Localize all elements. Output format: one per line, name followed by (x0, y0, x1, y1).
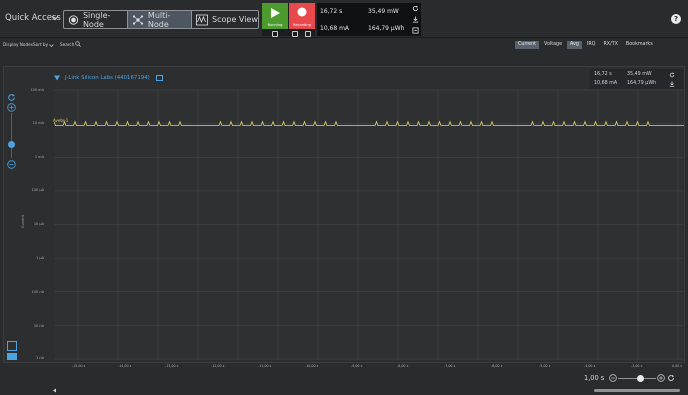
play-icon (271, 8, 280, 18)
multi-node-icon (132, 14, 144, 25)
plot-tabs: Current Voltage Avg IRQ RX/TX Bookmarks (515, 41, 656, 49)
run-record-block: Running Recording (262, 3, 315, 37)
y-tick: 100 nA (31, 290, 44, 294)
tab-current[interactable]: Current (515, 41, 540, 49)
summary-power: 35,49 mW (627, 72, 652, 77)
node-title: J-Link Silicon Labs (440167194) (65, 75, 150, 81)
plot-grid (54, 89, 684, 360)
x-tick: -4,00 s (584, 364, 596, 368)
x-tick: -3,00 s (631, 364, 643, 368)
record-options-icon[interactable] (305, 31, 311, 37)
record-settings-icon[interactable] (292, 31, 298, 37)
y-zoom-handle[interactable] (8, 141, 15, 148)
x-tick: -14,00 s (118, 364, 132, 368)
x-reset-icon[interactable] (667, 374, 675, 382)
x-tick: -12,00 s (211, 364, 225, 368)
scroll-left-icon[interactable] (52, 388, 57, 393)
bookmark-icon[interactable] (7, 341, 17, 351)
measurement-current: 10,68 mA (320, 25, 350, 32)
y-tick: 10 µA (33, 222, 44, 226)
view-mode-group: Single-Node Multi-Node Scope View (63, 10, 259, 29)
export-icon[interactable] (412, 27, 419, 34)
multi-node-label: Multi-Node (147, 10, 171, 29)
x-zoom-value: 1,00 s (584, 374, 605, 382)
summary-time: 16,72 s (594, 72, 612, 77)
record-icon (297, 7, 307, 17)
tab-bookmarks[interactable]: Bookmarks (623, 41, 656, 49)
y-tick: 10 mA (32, 121, 44, 125)
download-icon[interactable] (412, 16, 419, 23)
y-tick: 1 mA (34, 155, 44, 159)
display-nodes-label[interactable]: Display Nodes (3, 42, 33, 47)
tab-avg[interactable]: Avg (567, 41, 582, 49)
x-tick: -9,00 s (351, 364, 363, 368)
y-tick: 100 mA (30, 88, 44, 92)
y-tick: 1 nA (36, 356, 44, 360)
summary-download-icon[interactable] (669, 81, 675, 87)
sort-by-label[interactable]: Sort by (33, 42, 48, 47)
chevron-down-icon[interactable] (51, 14, 59, 22)
summary-energy: 164,79 µWh (627, 81, 657, 86)
node-summary: 16,72 s 35,49 mW 10,68 mA 164,79 µWh (590, 69, 683, 89)
help-icon[interactable]: ? (671, 14, 681, 24)
search-label[interactable]: Search (60, 42, 74, 47)
tab-rxtx[interactable]: RX/TX (600, 41, 620, 49)
y-zoom-track[interactable] (11, 113, 12, 158)
y-reset-icon[interactable] (7, 93, 16, 102)
x-tick: -6,00 s (491, 364, 503, 368)
x-tick: 0,00 s (672, 364, 683, 368)
summary-reset-icon[interactable] (669, 72, 675, 78)
record-label: Recording (293, 23, 311, 27)
y-tick: 1 µA (36, 256, 44, 260)
x-zoom-in-icon[interactable] (657, 374, 665, 382)
single-node-label: Single-Node (82, 10, 111, 29)
measurement-time: 16,72 s (320, 8, 343, 15)
measurement-block: 16,72 s 35,49 mW 10,68 mA 164,79 µWh (317, 3, 421, 36)
trace-label: Avebr-1 (53, 118, 69, 123)
x-tick: -7,00 s (444, 364, 456, 368)
multi-node-button[interactable]: Multi-Node (128, 10, 192, 29)
reset-icon[interactable] (412, 5, 419, 12)
measurement-energy: 164,79 µWh (368, 25, 405, 32)
x-tick: -10,00 s (305, 364, 319, 368)
current-plot[interactable] (54, 89, 684, 360)
tab-voltage[interactable]: Voltage (541, 41, 565, 49)
single-node-icon (68, 14, 79, 25)
x-axis: -15,00 s -14,00 s -13,00 s -12,00 s -11,… (54, 364, 684, 374)
sort-chevron-icon[interactable] (49, 43, 54, 48)
tab-irq[interactable]: IRQ (584, 41, 599, 49)
x-tick: -13,00 s (165, 364, 179, 368)
x-zoom-out-icon[interactable] (609, 374, 617, 382)
x-tick: -5,00 s (539, 364, 551, 368)
x-zoom-handle[interactable] (637, 375, 644, 382)
scope-view-button[interactable]: Scope View (192, 11, 258, 28)
collapse-triangle-icon[interactable] (54, 75, 60, 81)
run-settings-icon[interactable] (272, 31, 278, 37)
node-minimize-icon[interactable] (156, 75, 163, 81)
y-tick: 10 nA (33, 324, 44, 328)
y-zoom-in-icon[interactable] (7, 103, 16, 112)
measurement-power: 35,49 mW (368, 8, 399, 15)
single-node-button[interactable]: Single-Node (64, 10, 128, 29)
search-icon[interactable] (75, 41, 81, 47)
record-button[interactable]: Recording (289, 3, 315, 29)
summary-current: 10,68 mA (594, 81, 618, 86)
x-tick: -11,00 s (258, 364, 272, 368)
y-zoom-out-icon[interactable] (7, 160, 16, 169)
y-tick: 100 µA (31, 188, 44, 192)
x-tick: -8,00 s (397, 364, 409, 368)
run-label: Running (267, 23, 283, 27)
scope-icon (196, 14, 208, 25)
run-button[interactable]: Running (262, 3, 288, 29)
horizontal-scrollbar[interactable] (52, 388, 684, 393)
scroll-thumb[interactable] (594, 389, 680, 392)
x-tick: -15,00 s (72, 364, 86, 368)
help-label: ? (673, 15, 679, 23)
scope-view-label: Scope View (212, 15, 258, 24)
top-toolbar: Quick Access Single-Node Multi-Node Scop… (0, 0, 688, 38)
